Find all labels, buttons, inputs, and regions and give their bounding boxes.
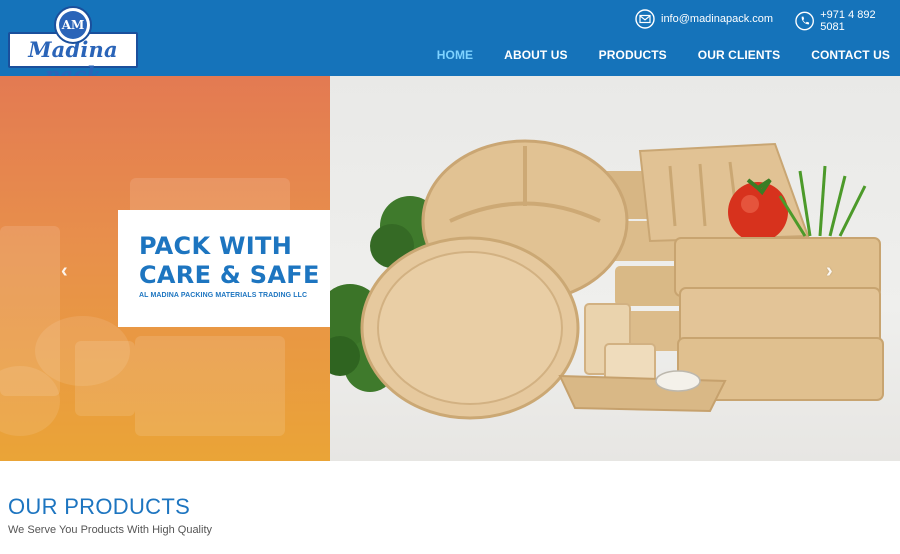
hero-company-name: AL MADINA PACKING MATERIALS TRADING LLC	[139, 292, 308, 299]
hero-slider: PACK WITH CARE & SAFE AL MADINA PACKING …	[0, 76, 900, 461]
nav-about-us[interactable]: ABOUT US	[504, 48, 567, 62]
section-subtitle: We Serve You Products With High Quality	[8, 524, 213, 536]
phone-icon	[795, 11, 814, 31]
hero-caption-card: PACK WITH CARE & SAFE AL MADINA PACKING …	[118, 210, 330, 327]
site-header: Madina pack AM info@madinapack.com +971 …	[0, 0, 900, 87]
nav-contact-us[interactable]: CONTACT US	[811, 48, 890, 62]
brand-logo[interactable]: Madina pack AM	[8, 6, 138, 87]
nav-our-clients[interactable]: OUR CLIENTS	[698, 48, 780, 62]
chevron-right-icon[interactable]: ›	[826, 260, 833, 283]
nav-products[interactable]: PRODUCTS	[599, 48, 667, 62]
hero-headline-line2: CARE & SAFE	[139, 261, 320, 289]
chevron-left-icon[interactable]: ‹	[61, 260, 68, 283]
header-email[interactable]: info@madinapack.com	[635, 9, 773, 29]
logo-initials: AM	[59, 11, 87, 39]
logo-emblem: AM	[54, 6, 92, 44]
email-link[interactable]: info@madinapack.com	[661, 13, 773, 25]
header-phone[interactable]: +971 4 892 5081	[795, 9, 900, 33]
main-nav: HOME ABOUT US PRODUCTS OUR CLIENTS CONTA…	[406, 48, 890, 62]
hero-product-photo	[330, 139, 884, 420]
phone-number[interactable]: +971 4 892 5081	[820, 9, 900, 33]
faded-cup	[75, 341, 135, 416]
faded-box	[135, 336, 285, 436]
section-title: OUR PRODUCTS	[8, 494, 191, 519]
nav-home[interactable]: HOME	[437, 48, 473, 62]
envelope-icon	[635, 9, 655, 29]
hero-headline-line1: PACK WITH	[139, 232, 293, 260]
